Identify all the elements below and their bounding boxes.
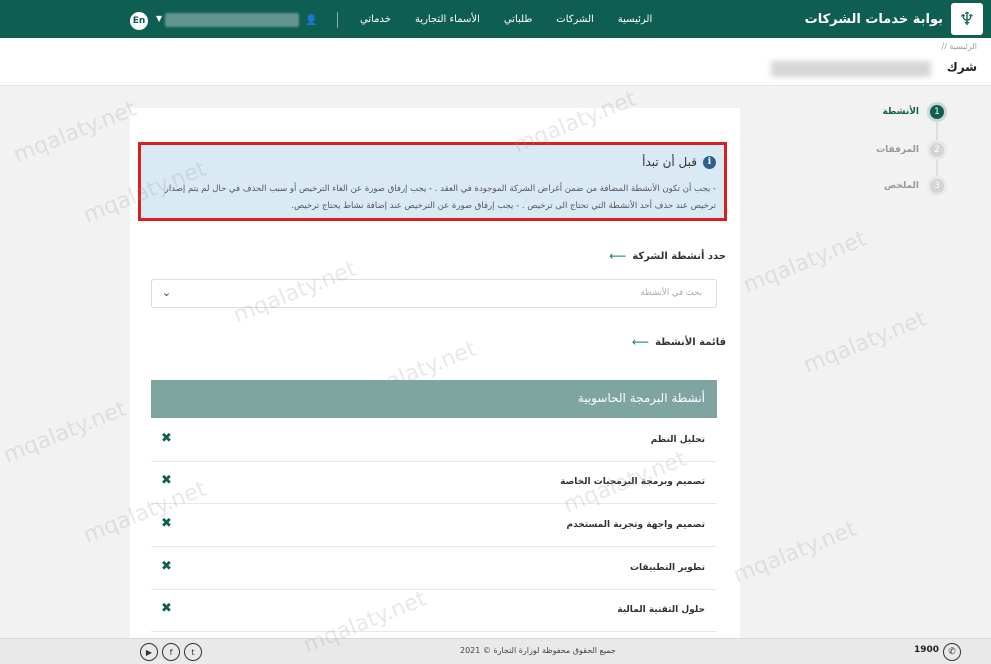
palm-swords-logo-icon: ♆ [951, 3, 983, 35]
nav-companies[interactable]: الشركات [556, 14, 594, 25]
remove-icon[interactable]: ✖ [161, 431, 172, 446]
step-attachments[interactable]: المرفقات 2 [876, 140, 947, 160]
activity-name: تصميم وبرمجة البرمجيات الخاصة [560, 477, 705, 487]
watermark: mqalaty.net [10, 96, 141, 169]
user-name-blurred [165, 13, 299, 27]
activity-row: تطوير التطبيقات ✖ [151, 548, 717, 590]
social-links: ▶ f t [140, 643, 202, 661]
step-number: 1 [927, 102, 947, 122]
select-activities-heading: حدد أنشطة الشركة ⟵ [609, 249, 726, 263]
arrow-left-icon: ⟵ [609, 249, 627, 263]
brand-title: بوابة خدمات الشركات [804, 11, 943, 27]
page-title-blurred [771, 61, 931, 77]
user-menu[interactable]: 👤 [165, 10, 317, 30]
notice-text: - يجب أن تكون الأنشطة المضافة من ضمن أغر… [164, 184, 716, 211]
activities-search-select[interactable]: بحث في الأنشطة ⌄ [151, 279, 717, 308]
twitter-icon[interactable]: t [184, 643, 202, 661]
chevron-down-icon[interactable]: ⌄ [162, 286, 171, 299]
before-you-start-notice: i قبل أن تبدأ - يجب أن تكون الأنشطة المض… [138, 142, 727, 221]
step-number: 2 [927, 140, 947, 160]
section-label: حدد أنشطة الشركة [632, 250, 726, 262]
activity-row: حلول التقنية المالية ✖ [151, 590, 717, 632]
nav-my-requests[interactable]: طلباتي [504, 14, 532, 25]
watermark: mqalaty.net [800, 306, 931, 379]
activity-row: تصميم وبرمجة البرمجيات الخاصة ✖ [151, 462, 717, 504]
language-toggle[interactable]: En [130, 12, 148, 30]
activity-group-header: أنشطة البرمجة الحاسوبية [151, 380, 717, 418]
phone-number[interactable]: 1900 [914, 645, 939, 655]
activity-row: تصميم واجهة وتجربة المستخدم ✖ [151, 505, 717, 547]
step-label: المرفقات [876, 145, 919, 155]
phone-icon: ✆ [943, 643, 961, 661]
copyright-text: جميع الحقوق محفوظة لوزارة التجارة © 2021 [460, 646, 616, 655]
user-icon: 👤 [305, 14, 318, 26]
activities-list-heading: قائمة الأنشطة ⟵ [632, 335, 726, 349]
activity-row: تحليل النظم ✖ [151, 420, 717, 462]
group-title: أنشطة البرمجة الحاسوبية [577, 391, 705, 405]
step-label: الأنشطة [882, 107, 919, 117]
select-placeholder: بحث في الأنشطة [640, 288, 702, 298]
nav-trade-names[interactable]: الأسماء التجارية [415, 14, 480, 25]
remove-icon[interactable]: ✖ [161, 559, 172, 574]
chevron-down-icon[interactable]: ▼ [156, 14, 162, 23]
watermark: mqalaty.net [730, 516, 861, 589]
watermark: mqalaty.net [740, 226, 871, 299]
nav-divider [337, 12, 338, 28]
activity-name: تصميم واجهة وتجربة المستخدم [566, 520, 706, 530]
facebook-icon[interactable]: f [162, 643, 180, 661]
arrow-left-icon: ⟵ [631, 335, 650, 349]
notice-heading: قبل أن تبدأ [642, 155, 697, 169]
footer: ▶ f t جميع الحقوق محفوظة لوزارة التجارة … [0, 638, 991, 664]
activity-name: حلول التقنية المالية [617, 605, 705, 615]
step-connector [936, 122, 938, 140]
activity-name: تحليل النظم [650, 435, 705, 445]
activity-name: تطوير التطبيقات [629, 563, 705, 573]
section-label: قائمة الأنشطة [655, 336, 726, 348]
brand[interactable]: بوابة خدمات الشركات ♆ [805, 1, 983, 37]
step-summary[interactable]: الملخص 3 [884, 176, 947, 196]
page-header: الرئيسية // شرك [0, 38, 991, 86]
remove-icon[interactable]: ✖ [161, 473, 172, 488]
watermark: mqalaty.net [0, 396, 131, 469]
step-number: 3 [927, 176, 947, 196]
main-nav: الرئيسية الشركات طلباتي الأسماء التجارية… [360, 0, 652, 38]
info-icon: i [703, 155, 716, 169]
step-label: الملخص [884, 181, 919, 191]
step-activities[interactable]: الأنشطة 1 [882, 102, 947, 122]
breadcrumb[interactable]: الرئيسية // [942, 42, 978, 51]
youtube-icon[interactable]: ▶ [140, 643, 158, 661]
nav-home[interactable]: الرئيسية [618, 14, 652, 25]
remove-icon[interactable]: ✖ [161, 601, 172, 616]
page-title: شرك [946, 60, 977, 74]
notice-title: i قبل أن تبدأ [642, 155, 716, 169]
nav-my-services[interactable]: خدماتي [360, 14, 391, 25]
top-bar: بوابة خدمات الشركات ♆ الرئيسية الشركات ط… [0, 0, 991, 38]
remove-icon[interactable]: ✖ [161, 516, 172, 531]
